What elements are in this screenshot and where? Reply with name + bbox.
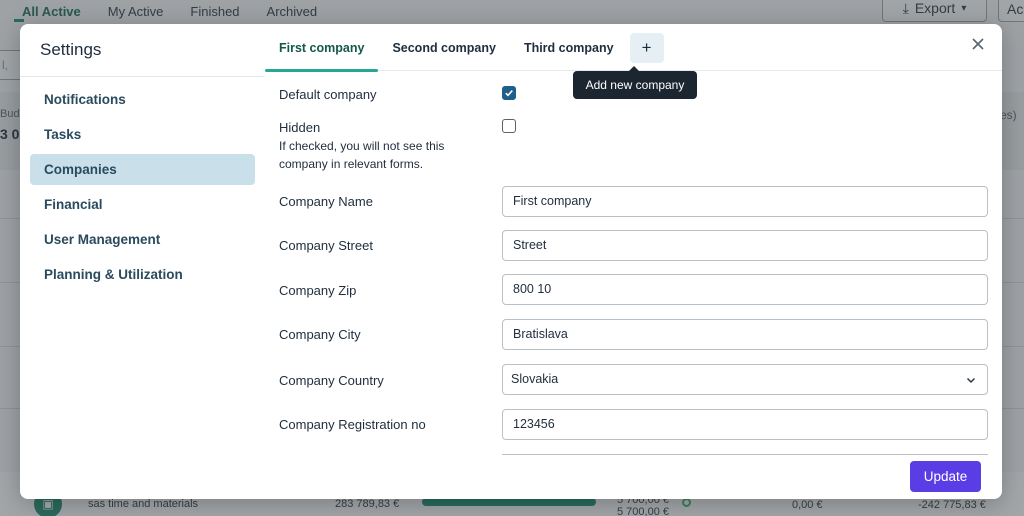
sidebar-divider [20, 76, 265, 77]
next-field-edge [502, 454, 988, 455]
settings-sidebar: Notifications Tasks Companies Financial … [30, 84, 255, 294]
company-city-input[interactable]: Bratislava [502, 319, 988, 350]
plus-icon: + [641, 38, 652, 57]
hidden-checkbox[interactable] [502, 119, 516, 133]
hidden-label: Hidden [279, 120, 321, 135]
check-icon [505, 90, 513, 97]
sidebar-item-user-management[interactable]: User Management [30, 224, 255, 255]
company-name-label: Company Name [279, 194, 373, 209]
company-registration-label: Company Registration no [279, 417, 426, 432]
company-registration-input[interactable]: 123456 [502, 409, 988, 440]
settings-modal: Settings Notifications Tasks Companies F… [20, 24, 1002, 499]
company-street-label: Company Street [279, 238, 373, 253]
company-street-input[interactable]: Street [502, 230, 988, 261]
sidebar-item-tasks[interactable]: Tasks [30, 119, 255, 150]
modal-title: Settings [40, 40, 102, 59]
close-icon [972, 38, 984, 50]
sidebar-item-notifications[interactable]: Notifications [30, 84, 255, 115]
hidden-help-text: If checked, you will not see this compan… [279, 139, 445, 171]
company-name-input[interactable]: First company [502, 186, 988, 217]
tab-second-company[interactable]: Second company [378, 24, 510, 71]
default-company-checkbox[interactable] [502, 86, 516, 100]
close-button[interactable] [970, 36, 986, 52]
company-zip-input[interactable]: 800 10 [502, 274, 988, 305]
add-company-button[interactable]: + [629, 33, 664, 63]
sidebar-item-companies[interactable]: Companies [30, 154, 255, 185]
company-city-label: Company City [279, 327, 361, 342]
sidebar-item-planning-utilization[interactable]: Planning & Utilization [30, 259, 255, 290]
company-country-value: Slovakia [511, 372, 559, 386]
tab-first-company[interactable]: First company [265, 24, 379, 72]
company-tabs: First company Second company Third compa… [265, 24, 664, 72]
update-button[interactable]: Update [910, 461, 981, 492]
sidebar-item-financial[interactable]: Financial [30, 189, 255, 220]
chevron-down-icon [966, 377, 976, 384]
default-company-label: Default company [279, 87, 377, 102]
company-country-label: Company Country [279, 373, 384, 388]
company-zip-label: Company Zip [279, 283, 357, 298]
add-company-tooltip: Add new company [573, 66, 697, 99]
tab-third-company[interactable]: Third company [510, 24, 628, 71]
company-country-select[interactable]: Slovakia [502, 364, 988, 395]
